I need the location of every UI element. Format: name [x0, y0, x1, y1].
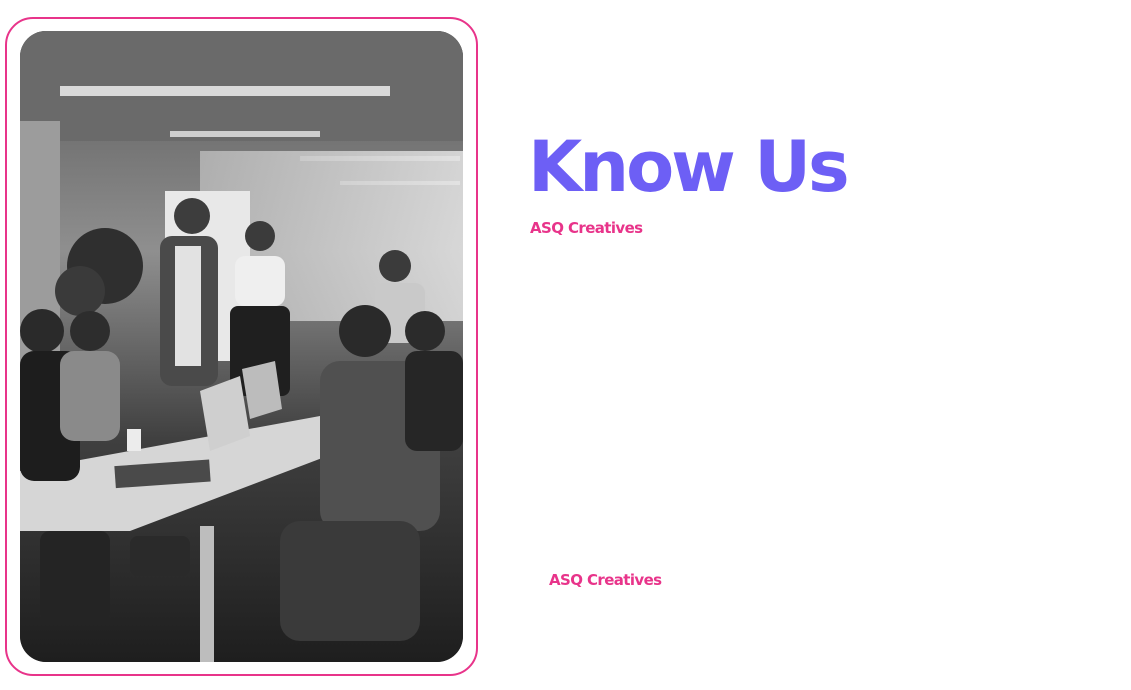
brand-label-secondary: ASQ Creatives [549, 571, 662, 589]
photo-frame [5, 17, 478, 676]
team-meeting-photo [20, 31, 463, 662]
section-heading: Know Us [528, 126, 850, 208]
brand-label: ASQ Creatives [530, 219, 643, 237]
know-us-section: Know Us ASQ Creatives ASQ Creatives [0, 0, 1131, 690]
